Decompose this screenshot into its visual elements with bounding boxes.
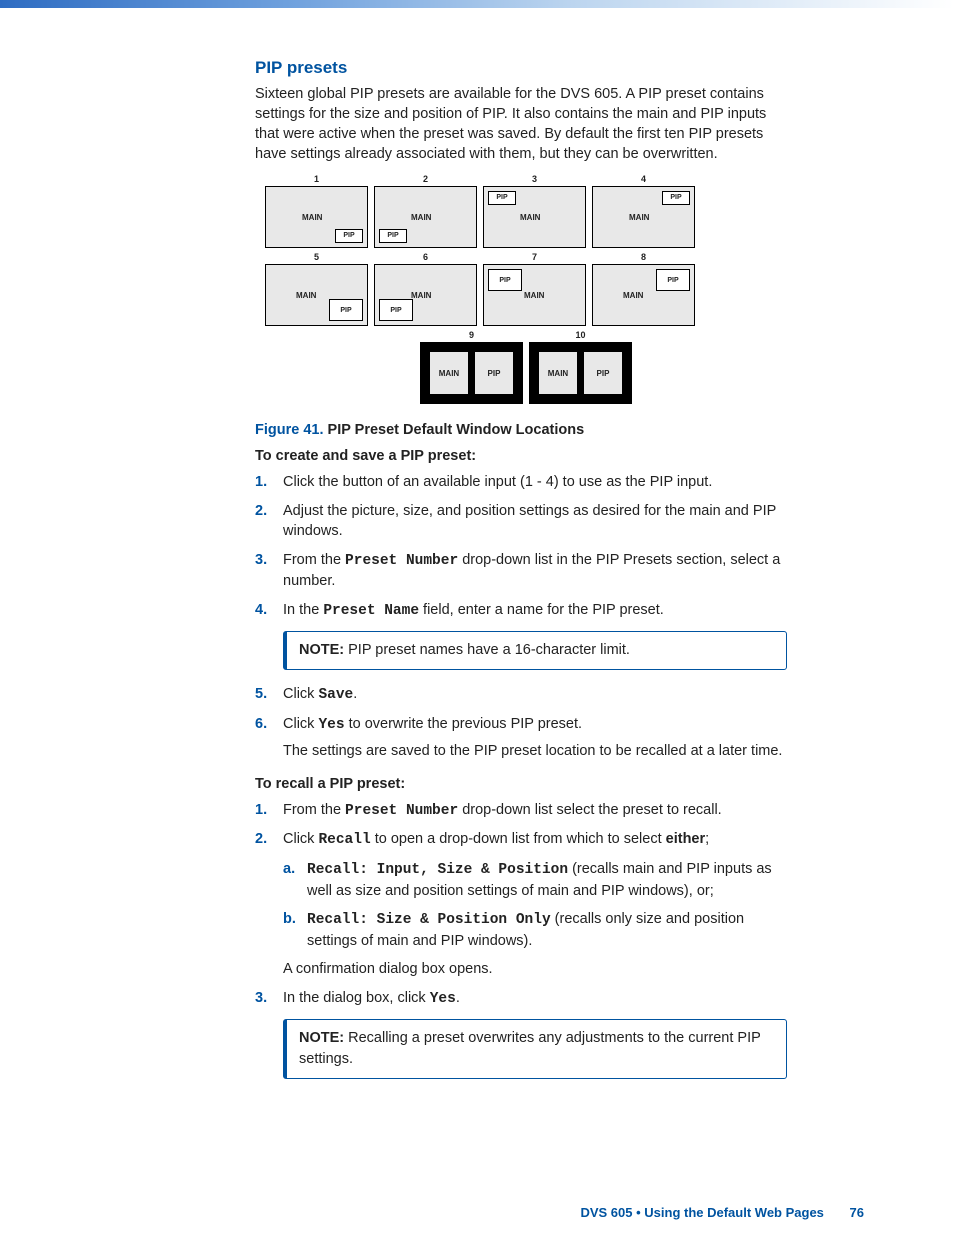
preset-2: 2 MAIN PIP	[374, 174, 477, 248]
preset-10: 10 MAIN PIP	[529, 330, 632, 404]
create-step-2: Adjust the picture, size, and position s…	[255, 501, 787, 542]
note-preset-name-limit: NOTE: PIP preset names have a 16-charact…	[283, 631, 787, 670]
recall-step-2: Click Recall to open a drop-down list fr…	[255, 829, 787, 979]
create-heading: To create and save a PIP preset:	[255, 448, 787, 464]
page-number: 76	[850, 1205, 864, 1220]
preset-9: 9 MAIN PIP	[420, 330, 523, 404]
preset-row-2: 5 MAIN PIP 6 MAIN PIP 7 MAIN PIP	[265, 252, 787, 326]
recall-heading: To recall a PIP preset:	[255, 776, 787, 792]
figure-preset-layouts: 1 MAIN PIP 2 MAIN PIP 3 MAIN PIP	[265, 174, 787, 404]
preset-8: 8 MAIN PIP	[592, 252, 695, 326]
intro-paragraph: Sixteen global PIP presets are available…	[255, 84, 787, 164]
preset-row-3: 9 MAIN PIP 10 MAIN PIP	[265, 330, 787, 404]
section-title: PIP presets	[255, 58, 787, 78]
create-step-4: In the Preset Name field, enter a name f…	[255, 600, 787, 670]
page-body: PIP presets Sixteen global PIP presets a…	[0, 8, 954, 1248]
recall-step-1: From the Preset Number drop-down list se…	[255, 800, 787, 822]
top-accent-bar	[0, 0, 954, 8]
preset-3: 3 MAIN PIP	[483, 174, 586, 248]
recall-sub-list: a. Recall: Input, Size & Position (recal…	[283, 859, 787, 951]
preset-4: 4 MAIN PIP	[592, 174, 695, 248]
note-recall-overwrite: NOTE: Recalling a preset overwrites any …	[283, 1019, 787, 1078]
create-step-5: Click Save.	[255, 684, 787, 706]
preset-1: 1 MAIN PIP	[265, 174, 368, 248]
preset-6: 6 MAIN PIP	[374, 252, 477, 326]
recall-sub-b: b. Recall: Size & Position Only (recalls…	[283, 909, 787, 951]
create-step-3: From the Preset Number drop-down list in…	[255, 550, 787, 592]
recall-steps: From the Preset Number drop-down list se…	[255, 800, 787, 1079]
recall-step-3: In the dialog box, click Yes. NOTE: Reca…	[255, 988, 787, 1079]
figure-caption: Figure 41. PIP Preset Default Window Loc…	[255, 422, 787, 438]
recall-sub-a: a. Recall: Input, Size & Position (recal…	[283, 859, 787, 901]
create-step-1: Click the button of an available input (…	[255, 472, 787, 493]
preset-7: 7 MAIN PIP	[483, 252, 586, 326]
create-step-6: Click Yes to overwrite the previous PIP …	[255, 714, 787, 762]
page-footer: DVS 605 • Using the Default Web Pages 76	[580, 1205, 864, 1220]
preset-row-1: 1 MAIN PIP 2 MAIN PIP 3 MAIN PIP	[265, 174, 787, 248]
create-steps: Click the button of an available input (…	[255, 472, 787, 762]
preset-5: 5 MAIN PIP	[265, 252, 368, 326]
content-column: PIP presets Sixteen global PIP presets a…	[145, 8, 875, 1079]
